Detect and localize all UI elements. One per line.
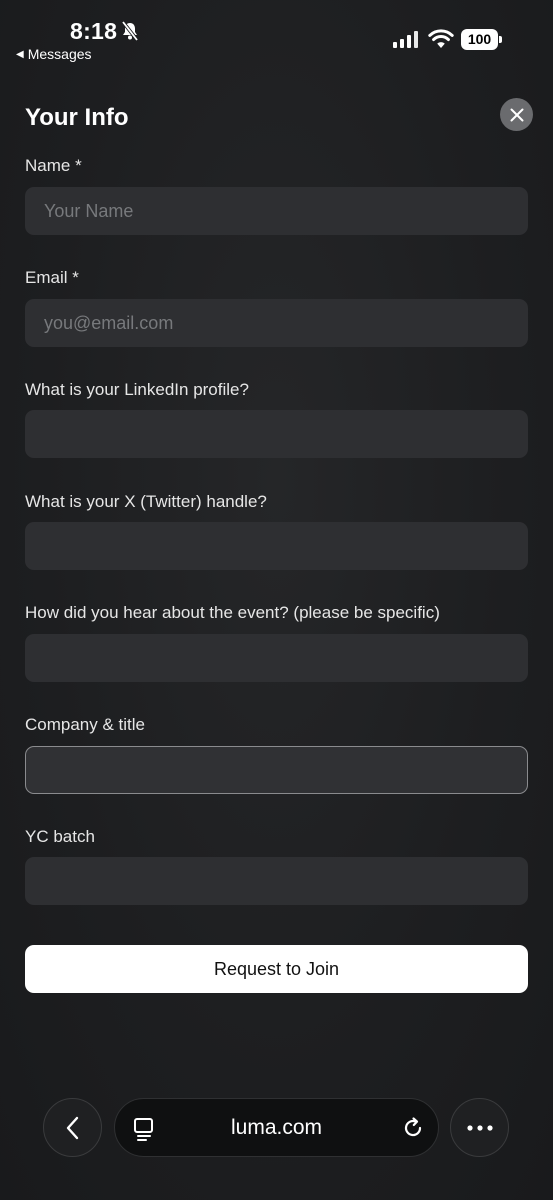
- more-icon: [466, 1124, 493, 1131]
- email-field[interactable]: [25, 299, 528, 347]
- request-to-join-button[interactable]: Request to Join: [25, 945, 528, 993]
- chevron-left-icon: [66, 1116, 78, 1139]
- bell-slash-icon: [121, 21, 139, 41]
- wifi-icon: [428, 29, 454, 48]
- page-title: Your Info: [25, 104, 129, 131]
- yc-batch-label: YC batch: [25, 827, 95, 846]
- address-bar[interactable]: luma.com: [114, 1098, 439, 1157]
- cellular-signal-icon: [393, 31, 418, 48]
- more-button[interactable]: [450, 1098, 509, 1157]
- back-button[interactable]: [43, 1098, 102, 1157]
- back-to-messages[interactable]: ◀ Messages: [16, 46, 92, 62]
- back-app-label: Messages: [27, 46, 92, 62]
- status-time: 8:18: [70, 18, 118, 44]
- company-title-field[interactable]: [25, 746, 528, 794]
- twitter-field[interactable]: [25, 522, 528, 570]
- company-title-label: Company & title: [25, 715, 145, 734]
- referral-field[interactable]: [25, 634, 528, 682]
- back-triangle-icon: ◀: [16, 48, 24, 60]
- battery-indicator: 100: [461, 29, 498, 50]
- close-icon: [510, 108, 523, 121]
- referral-label: How did you hear about the event? (pleas…: [25, 603, 440, 622]
- name-field[interactable]: [25, 187, 528, 235]
- email-label: Email *: [25, 268, 79, 287]
- close-button[interactable]: [500, 98, 533, 131]
- linkedin-label: What is your LinkedIn profile?: [25, 380, 249, 399]
- screen: 8:18 ◀ Messages 100 Your Info Name * Ema…: [0, 0, 553, 1200]
- reload-icon[interactable]: [401, 1116, 425, 1140]
- twitter-label: What is your X (Twitter) handle?: [25, 492, 267, 511]
- linkedin-field[interactable]: [25, 410, 528, 458]
- battery-nub: [499, 36, 502, 43]
- yc-batch-field[interactable]: [25, 857, 528, 905]
- url-text: luma.com: [230, 1116, 323, 1139]
- name-label: Name *: [25, 156, 82, 175]
